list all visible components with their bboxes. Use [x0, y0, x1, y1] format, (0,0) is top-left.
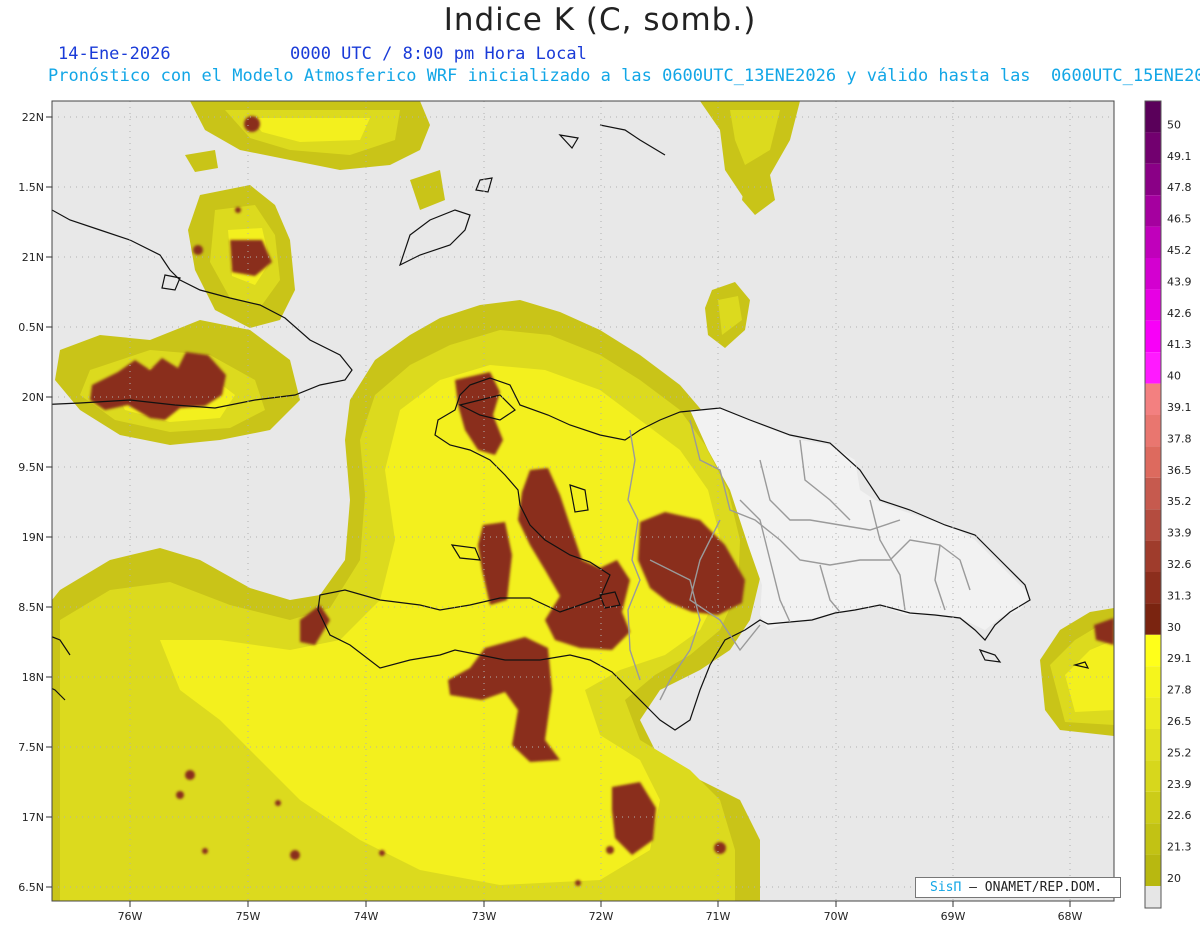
legend-label: 32.6 [1167, 558, 1192, 571]
lat-label: 0.5N [18, 321, 44, 334]
legend-label: 35.2 [1167, 495, 1192, 508]
credit-box: SisΠ – ONAMET/REP.DOM. [915, 877, 1121, 898]
legend-swatch [1145, 854, 1161, 886]
legend-swatch [1145, 101, 1161, 133]
lat-label: 7.5N [18, 741, 44, 754]
lat-label: 18N [22, 671, 44, 684]
lat-label: 9.5N [18, 461, 44, 474]
legend-label: 45.2 [1167, 244, 1192, 257]
credit-text: – ONAMET/REP.DOM. [969, 880, 1103, 895]
legend-label: 43.9 [1167, 275, 1192, 288]
legend-swatch [1145, 195, 1161, 227]
legend-swatch [1145, 383, 1161, 415]
legend-label: 29.1 [1167, 652, 1192, 665]
lat-label: 1.5N [18, 181, 44, 194]
legend-label: 30 [1167, 621, 1181, 634]
legend-swatch [1145, 823, 1161, 855]
legend-label: 49.1 [1167, 150, 1192, 163]
lon-label: 76W [118, 910, 143, 923]
legend-swatch [1145, 791, 1161, 824]
lon-label: 68W [1058, 910, 1083, 923]
legend-swatch [1145, 729, 1161, 761]
legend-label: 22.6 [1167, 809, 1192, 822]
legend-label: 46.5 [1167, 213, 1192, 226]
legend-label: 25.2 [1167, 746, 1192, 759]
legend-label: 33.9 [1167, 527, 1192, 540]
legend-label: 50 [1167, 118, 1181, 131]
lat-label: 17N [22, 811, 44, 824]
legend-label: 47.8 [1167, 181, 1192, 194]
lon-label: 69W [941, 910, 966, 923]
lon-label: 70W [824, 910, 849, 923]
legend-swatch [1145, 226, 1161, 258]
legend-label: 36.5 [1167, 464, 1192, 477]
legend-label: 27.8 [1167, 684, 1192, 697]
legend-label: 20 [1167, 872, 1181, 885]
legend-swatch [1145, 163, 1161, 196]
legend-label: 41.3 [1167, 338, 1192, 351]
lat-label: 19N [22, 531, 44, 544]
legend-swatch [1145, 509, 1161, 541]
legend-swatch [1145, 352, 1161, 384]
lon-label: 73W [472, 910, 497, 923]
map-figure: 22N 1.5N 21N 0.5N 20N 9.5N 19N 8.5N 18N … [18, 100, 1192, 923]
legend-swatch [1145, 446, 1161, 478]
legend-swatch [1145, 666, 1161, 698]
legend-swatch [1145, 540, 1161, 572]
lon-label: 71W [706, 910, 731, 923]
legend-label: 39.1 [1167, 401, 1192, 414]
legend-label: 37.8 [1167, 432, 1192, 445]
legend-swatch [1145, 320, 1161, 353]
legend-swatch [1145, 634, 1161, 667]
legend-label: 21.3 [1167, 841, 1192, 854]
legend-label: 40 [1167, 370, 1181, 383]
legend-swatch [1145, 289, 1161, 321]
legend-swatch [1145, 697, 1161, 729]
lat-label: 21N [22, 251, 44, 264]
legend-label: 31.3 [1167, 589, 1192, 602]
legend-swatch [1145, 415, 1161, 447]
legend-swatch [1145, 603, 1161, 635]
legend-swatch [1145, 258, 1161, 290]
lon-label: 75W [236, 910, 261, 923]
lat-label: 20N [22, 391, 44, 404]
lat-label: 8.5N [18, 601, 44, 614]
legend-swatch [1145, 760, 1161, 792]
sistema-logo: SisΠ [930, 880, 962, 895]
legend-swatch [1145, 572, 1161, 604]
legend-label: 26.5 [1167, 715, 1192, 728]
lat-label: 22N [22, 111, 44, 124]
color-legend: 50 49.1 47.8 46.5 45.2 43.9 42.6 41.3 40 39.1 37.8… [1144, 100, 1192, 909]
legend-label: 42.6 [1167, 307, 1192, 320]
lat-label: 6.5N [18, 881, 44, 894]
lon-label: 72W [589, 910, 614, 923]
legend-label: 23.9 [1167, 778, 1192, 791]
legend-swatch [1145, 132, 1161, 164]
lon-label: 74W [354, 910, 379, 923]
legend-swatch-below [1145, 886, 1161, 908]
legend-swatch [1145, 477, 1161, 510]
